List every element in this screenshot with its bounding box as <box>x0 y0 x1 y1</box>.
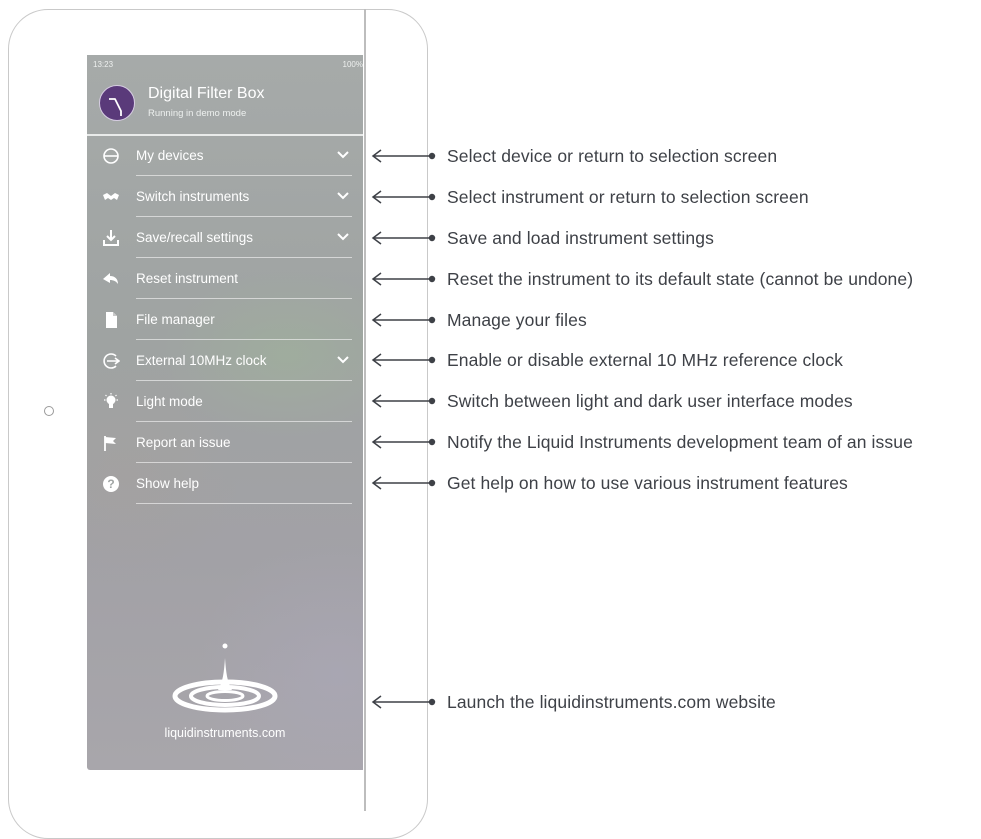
annotation-row: Switch between light and dark user inter… <box>370 391 981 411</box>
annotation-row: Select device or return to selection scr… <box>370 146 981 166</box>
menu-item-switch-instruments[interactable]: Switch instruments <box>87 176 363 217</box>
menu-item-label: External 10MHz clock <box>136 353 267 368</box>
status-battery: 100% <box>342 60 363 69</box>
website-link[interactable]: liquidinstruments.com <box>87 726 363 740</box>
annotation-row: Reset the instrument to its default stat… <box>370 269 981 289</box>
annotation-text: Launch the liquidinstruments.com website <box>447 692 776 712</box>
annotation-row: Select instrument or return to selection… <box>370 187 981 207</box>
annotation-row: Get help on how to use various instrumen… <box>370 473 981 493</box>
lightbulb-icon <box>102 393 120 411</box>
flag-icon <box>102 434 120 452</box>
menu-item-label: Report an issue <box>136 435 231 450</box>
app-logo-icon[interactable] <box>99 85 135 121</box>
chevron-down-icon[interactable] <box>337 355 349 365</box>
file-icon <box>102 311 120 329</box>
annotation-text: Switch between light and dark user inter… <box>447 391 853 411</box>
annotation-text: Enable or disable external 10 MHz refere… <box>447 350 843 370</box>
annotation-arrow-icon <box>371 476 436 490</box>
download-icon <box>102 229 120 247</box>
annotation-arrow-icon <box>371 353 436 367</box>
reset-arrow-icon <box>102 270 120 288</box>
annotation-arrow-icon <box>371 272 436 286</box>
menu-item-report-issue[interactable]: Report an issue <box>87 422 363 463</box>
annotation-row: Notify the Liquid Instruments developmen… <box>370 432 981 452</box>
annotation-arrow-icon <box>371 435 436 449</box>
menu-item-save-recall[interactable]: Save/recall settings <box>87 217 363 258</box>
annotation-arrow-icon <box>371 394 436 408</box>
annotation-text: Select instrument or return to selection… <box>447 187 809 207</box>
menu-item-label: Reset instrument <box>136 271 239 286</box>
menu-item-file-manager[interactable]: File manager <box>87 299 363 340</box>
annotation-text: Reset the instrument to its default stat… <box>447 269 914 289</box>
home-button[interactable] <box>44 406 54 416</box>
app-subtitle: Running in demo mode <box>148 108 247 119</box>
switch-instruments-icon <box>102 188 120 206</box>
screen-edge <box>364 9 366 811</box>
menu-item-label: Light mode <box>136 394 203 409</box>
menu-item-label: Switch instruments <box>136 189 250 204</box>
menu-item-light-mode[interactable]: Light mode <box>87 381 363 422</box>
annotation-arrow-icon <box>371 149 436 163</box>
annotation-row: Save and load instrument settings <box>370 228 981 248</box>
chevron-down-icon[interactable] <box>337 232 349 242</box>
menu-divider <box>136 503 352 504</box>
help-icon: ? <box>102 475 120 493</box>
menu-item-label: My devices <box>136 148 204 163</box>
annotation-arrow-icon <box>371 231 436 245</box>
annotation-text: Get help on how to use various instrumen… <box>447 473 848 493</box>
chevron-down-icon[interactable] <box>337 191 349 201</box>
external-clock-icon <box>102 352 120 370</box>
menu-item-label: Save/recall settings <box>136 230 254 245</box>
status-time: 13:23 <box>93 60 114 69</box>
annotation-text: Save and load instrument settings <box>447 228 714 248</box>
menu-item-reset-instrument[interactable]: Reset instrument <box>87 258 363 299</box>
menu-item-my-devices[interactable]: My devices <box>87 135 363 176</box>
svg-text:?: ? <box>107 477 114 491</box>
annotation-arrow-icon <box>371 190 436 204</box>
annotation-text: Select device or return to selection scr… <box>447 146 778 166</box>
annotation-row: Enable or disable external 10 MHz refere… <box>370 350 981 370</box>
annotation-row: Launch the liquidinstruments.com website <box>370 692 981 712</box>
chevron-down-icon[interactable] <box>337 150 349 160</box>
menu-item-show-help[interactable]: ? Show help <box>87 463 363 504</box>
liquid-instruments-logo-icon[interactable] <box>170 640 280 720</box>
annotation-arrow-icon <box>371 313 436 327</box>
menu-item-external-clock[interactable]: External 10MHz clock <box>87 340 363 381</box>
annotation-text: Manage your files <box>447 310 587 330</box>
device-icon <box>102 147 120 165</box>
side-menu-panel: 13:23 100% Digital Filter Box Running in… <box>87 55 363 770</box>
menu-item-label: Show help <box>136 476 200 491</box>
app-title: Digital Filter Box <box>148 85 265 102</box>
annotation-row: Manage your files <box>370 310 981 330</box>
annotation-text: Notify the Liquid Instruments developmen… <box>447 432 913 452</box>
menu-item-label: File manager <box>136 312 215 327</box>
annotation-arrow-icon <box>371 695 436 709</box>
